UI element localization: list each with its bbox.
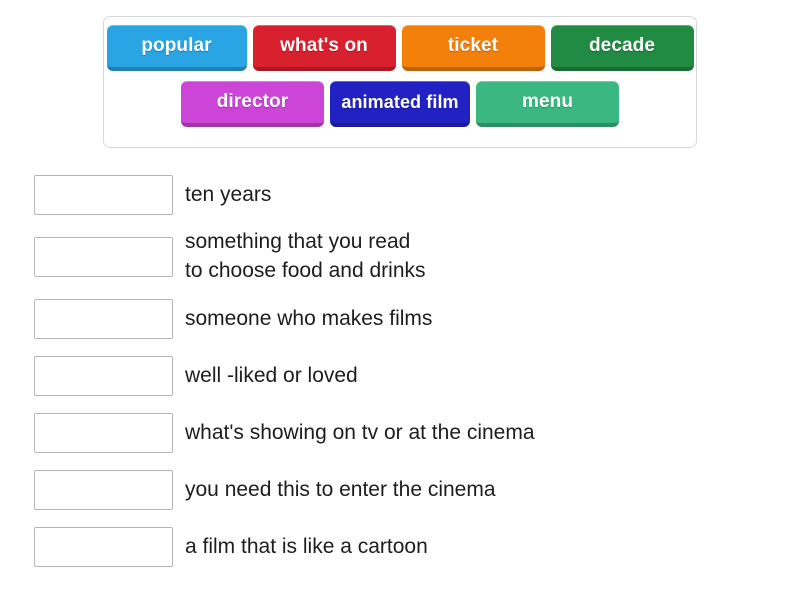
tile-whats-on[interactable]: what's on <box>252 25 396 71</box>
definition-text: a film that is like a cartoon <box>185 534 428 558</box>
definition-text: someone who makes films <box>185 306 433 330</box>
definition-rows: ten years something that you read to cho… <box>34 172 764 581</box>
definition-text: something that you read to choose food a… <box>185 230 426 282</box>
answer-drop-box[interactable] <box>34 527 173 567</box>
answer-drop-box[interactable] <box>34 175 173 215</box>
answer-drop-box[interactable] <box>34 413 173 453</box>
match-row: a film that is like a cartoon <box>34 524 764 570</box>
definition-text: well -liked or loved <box>185 363 358 387</box>
answer-drop-box[interactable] <box>34 237 173 277</box>
match-row: someone who makes films <box>34 296 764 342</box>
definition-text: ten years <box>185 182 272 206</box>
match-row: what's showing on tv or at the cinema <box>34 410 764 456</box>
draggable-tiles-panel: popular what's on ticket decade director… <box>103 16 697 148</box>
tile-ticket[interactable]: ticket <box>401 25 545 71</box>
tile-popular[interactable]: popular <box>106 25 247 71</box>
tile-row-1: popular what's on ticket decade <box>104 17 696 71</box>
answer-drop-box[interactable] <box>34 470 173 510</box>
match-row: well -liked or loved <box>34 353 764 399</box>
definition-text: what's showing on tv or at the cinema <box>185 420 535 444</box>
match-row: ten years <box>34 172 764 218</box>
tile-director[interactable]: director <box>181 81 324 127</box>
match-row: something that you read to choose food a… <box>34 229 764 285</box>
answer-drop-box[interactable] <box>34 356 173 396</box>
tile-row-2: director animated film menu <box>104 71 696 127</box>
match-row: you need this to enter the cinema <box>34 467 764 513</box>
definition-text: you need this to enter the cinema <box>185 477 496 501</box>
tile-menu[interactable]: menu <box>476 81 619 127</box>
tile-decade[interactable]: decade <box>550 25 694 71</box>
tile-animated-film[interactable]: animated film <box>330 81 470 127</box>
answer-drop-box[interactable] <box>34 299 173 339</box>
